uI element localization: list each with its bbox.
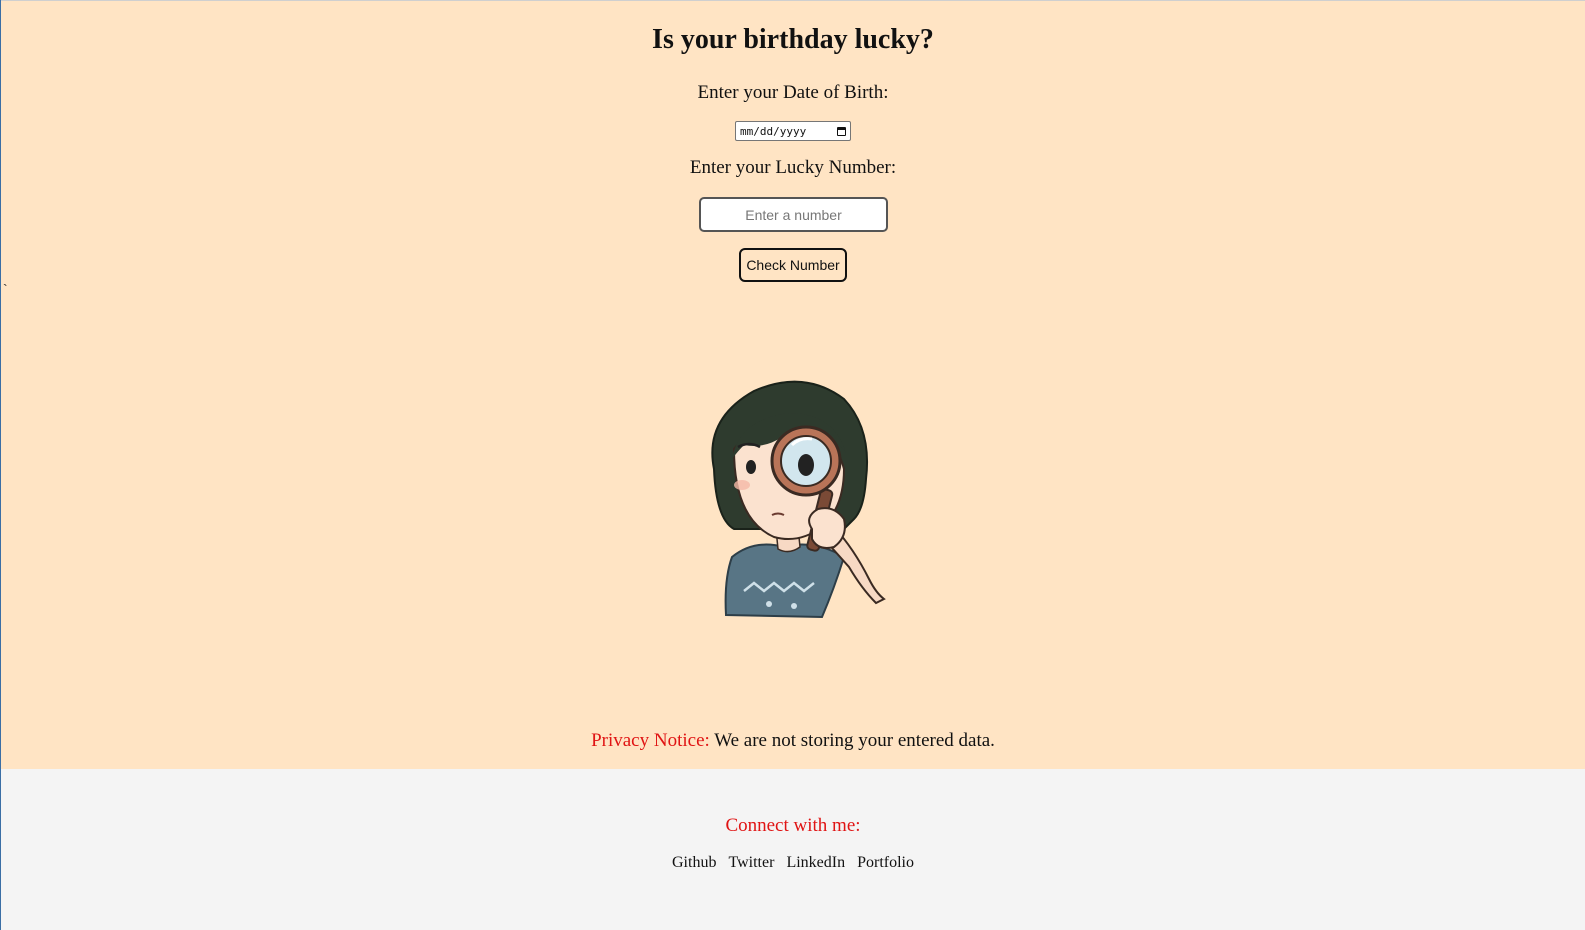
social-links: Github Twitter LinkedIn Portfolio xyxy=(1,854,1585,872)
girl-with-magnifying-glass-icon xyxy=(711,380,886,619)
lucky-number-label: Enter your Lucky Number: xyxy=(689,157,897,178)
footer: Connect with me: Github Twitter LinkedIn… xyxy=(1,769,1585,930)
connect-heading: Connect with me: xyxy=(725,815,861,836)
page-title: Is your birthday lucky? xyxy=(652,24,934,55)
dob-placeholder: mm/dd/yyyy xyxy=(740,124,807,138)
linkedin-link[interactable]: LinkedIn xyxy=(786,854,845,871)
dob-label: Enter your Date of Birth: xyxy=(697,82,889,103)
main-section: Is your birthday lucky? Enter your Date … xyxy=(1,1,1585,769)
github-link[interactable]: Github xyxy=(672,854,716,871)
portfolio-link[interactable]: Portfolio xyxy=(857,854,914,871)
privacy-notice: Privacy Notice: We are not storing your … xyxy=(1,730,1585,752)
stray-character: ` xyxy=(3,281,8,297)
twitter-link[interactable]: Twitter xyxy=(728,854,774,871)
privacy-text: We are not storing your entered data. xyxy=(714,730,995,751)
dob-date-input[interactable]: mm/dd/yyyy xyxy=(735,121,851,141)
privacy-label: Privacy Notice: xyxy=(591,730,710,751)
lucky-number-input[interactable] xyxy=(699,197,888,232)
calendar-icon[interactable] xyxy=(837,126,846,136)
check-number-button[interactable]: Check Number xyxy=(739,248,847,282)
